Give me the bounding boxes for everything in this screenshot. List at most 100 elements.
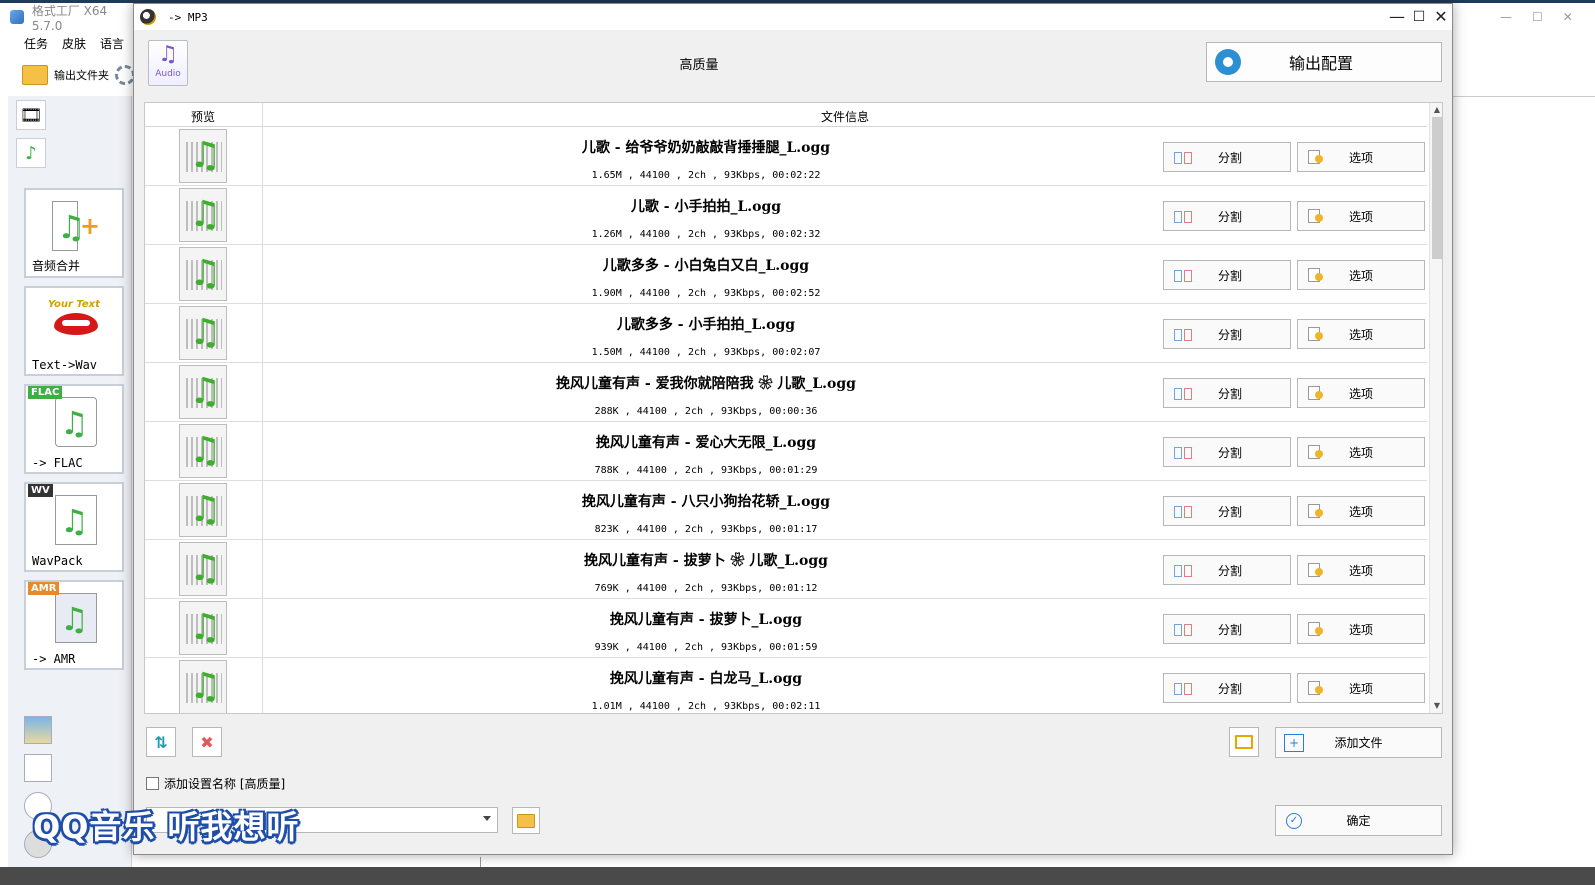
menu-task[interactable]: 任务 — [24, 35, 48, 52]
column-file-info[interactable]: 文件信息 — [821, 108, 869, 125]
feature-flac[interactable]: FLAC -> FLAC — [24, 384, 124, 474]
scroll-down-icon[interactable]: ▼ — [1432, 701, 1442, 711]
feature-wavpack[interactable]: WV WavPack — [24, 482, 124, 572]
split-button[interactable]: 分割 — [1163, 142, 1291, 172]
split-button[interactable]: 分割 — [1163, 319, 1291, 349]
maximize-icon[interactable]: ☐ — [1408, 7, 1430, 27]
check-circle-icon: ✓ — [1286, 812, 1302, 829]
document-category-icon[interactable] — [24, 754, 52, 782]
options-icon — [1308, 150, 1323, 164]
format-icon-caption: Audio — [155, 69, 181, 79]
options-button[interactable]: 选项 — [1297, 437, 1425, 467]
split-button[interactable]: 分割 — [1163, 260, 1291, 290]
split-label: 分割 — [1217, 504, 1242, 519]
menu-language[interactable]: 语言 — [100, 35, 124, 52]
file-row[interactable]: ♫ 挽风儿童有声 - 拔萝卜 ❀ 儿歌_L.ogg 769K , 44100 , 2… — [145, 540, 1427, 599]
options-button[interactable]: 选项 — [1297, 496, 1425, 526]
feature-text-to-wav[interactable]: Your Text Text->Wav — [24, 286, 124, 376]
chevron-down-icon[interactable] — [483, 816, 491, 821]
music-note-icon: ♫ — [189, 489, 222, 530]
audio-file-thumbnail: ♫ — [179, 247, 227, 301]
feature-audio-merge[interactable]: + 音频合并 — [24, 188, 124, 278]
audio-file-thumbnail: ♫ — [179, 542, 227, 596]
split-label: 分割 — [1217, 327, 1242, 342]
music-note-icon: ♫ — [189, 312, 222, 353]
options-label: 选项 — [1348, 681, 1373, 696]
your-text-art: Your Text — [48, 299, 100, 310]
audio-file-thumbnail: ♫ — [179, 129, 227, 183]
split-button[interactable]: 分割 — [1163, 496, 1291, 526]
audio-category-icon[interactable]: ♪ — [16, 138, 46, 168]
picture-category-icon[interactable] — [24, 716, 52, 744]
vertical-scrollbar[interactable]: ▲ ▼ — [1429, 103, 1442, 713]
minimize-icon[interactable]: — — [1386, 7, 1408, 27]
preset-name-checkbox[interactable]: 添加设置名称 [高质量] — [146, 775, 285, 792]
bg-close-icon[interactable]: ✕ — [1563, 10, 1573, 24]
close-icon[interactable]: ✕ — [1430, 7, 1452, 27]
bg-minimize-icon[interactable]: — — [1500, 10, 1512, 24]
options-button[interactable]: 选项 — [1297, 378, 1425, 408]
file-row[interactable]: ♫ 挽风儿童有声 - 爱心大无限_L.ogg 788K , 44100 , 2ch … — [145, 422, 1427, 481]
audio-file-thumbnail: ♫ — [179, 601, 227, 655]
browse-folder-button[interactable] — [512, 807, 540, 834]
remove-file-button[interactable]: ✖ — [192, 727, 222, 757]
menu-skin[interactable]: 皮肤 — [62, 35, 86, 52]
output-folder-button[interactable]: 输出文件夹 — [54, 67, 109, 83]
split-button[interactable]: 分割 — [1163, 614, 1291, 644]
options-button[interactable]: 选项 — [1297, 260, 1425, 290]
audio-format-icon[interactable]: ♫ Audio — [148, 40, 188, 86]
options-button[interactable]: 选项 — [1297, 673, 1425, 703]
file-row[interactable]: ♫ 儿歌 - 小手拍拍_L.ogg 1.26M , 44100 , 2ch , 93… — [145, 186, 1427, 245]
file-name: 挽风儿童有声 - 爱心大无限_L.ogg — [595, 435, 817, 451]
file-meta: 788K , 44100 , 2ch , 93Kbps, 00:01:29 — [594, 465, 818, 476]
feature-label: -> AMR — [32, 652, 76, 666]
split-button[interactable]: 分割 — [1163, 555, 1291, 585]
scrollbar-thumb[interactable] — [1432, 117, 1442, 259]
background-app-titlebar: 格式工厂 X64 5.7.0 — [0, 3, 140, 33]
file-name: 挽风儿童有声 - 白龙马_L.ogg — [609, 671, 803, 687]
column-preview[interactable]: 预览 — [191, 108, 215, 125]
options-gear-icon[interactable] — [115, 65, 135, 85]
options-button[interactable]: 选项 — [1297, 614, 1425, 644]
options-button[interactable]: 选项 — [1297, 555, 1425, 585]
file-row[interactable]: ♫ 挽风儿童有声 - 八只小狗抬花轿_L.ogg 823K , 44100 , 2c… — [145, 481, 1427, 540]
scroll-up-icon[interactable]: ▲ — [1432, 105, 1442, 115]
options-button[interactable]: 选项 — [1297, 142, 1425, 172]
checkbox-box[interactable] — [146, 777, 159, 790]
bg-maximize-icon[interactable]: ☐ — [1532, 10, 1543, 24]
split-button[interactable]: 分割 — [1163, 378, 1291, 408]
dialog-title: -> MP3 — [168, 10, 208, 24]
wavpack-icon — [52, 494, 100, 546]
split-button[interactable]: 分割 — [1163, 673, 1291, 703]
output-config-button[interactable]: 输出配置 — [1206, 42, 1442, 82]
split-icon — [1174, 150, 1192, 164]
music-note-icon: ♫ — [189, 666, 222, 707]
background-app-title: 格式工厂 X64 5.7.0 — [31, 3, 108, 33]
file-row[interactable]: ♫ 儿歌多多 - 小手拍拍_L.ogg 1.50M , 44100 , 2ch , … — [145, 304, 1427, 363]
file-name: 挽风儿童有声 - 爱我你就陪陪我 ❀ 儿歌_L.ogg — [556, 376, 856, 392]
split-icon — [1174, 209, 1192, 223]
options-icon — [1308, 563, 1323, 577]
output-config-label: 输出配置 — [1288, 54, 1353, 73]
split-button[interactable]: 分割 — [1163, 201, 1291, 231]
file-row[interactable]: ♫ 挽风儿童有声 - 拔萝卜_L.ogg 939K , 44100 , 2ch , … — [145, 599, 1427, 658]
options-button[interactable]: 选项 — [1297, 319, 1425, 349]
file-row[interactable]: ♫ 挽风儿童有声 - 爱我你就陪陪我 ❀ 儿歌_L.ogg 288K , 44100… — [145, 363, 1427, 422]
split-icon — [1174, 268, 1192, 282]
options-label: 选项 — [1348, 504, 1373, 519]
file-row[interactable]: ♫ 儿歌多多 - 小白兔白又白_L.ogg 1.90M , 44100 , 2ch … — [145, 245, 1427, 304]
options-label: 选项 — [1348, 445, 1373, 460]
add-folder-button[interactable] — [1229, 727, 1259, 757]
ok-button[interactable]: ✓ 确定 — [1275, 805, 1442, 836]
feature-amr[interactable]: AMR -> AMR — [24, 580, 124, 670]
options-button[interactable]: 选项 — [1297, 201, 1425, 231]
file-meta: 769K , 44100 , 2ch , 93Kbps, 00:01:12 — [594, 583, 818, 594]
sort-button[interactable]: ⇅ — [146, 727, 176, 757]
add-file-button[interactable]: + 添加文件 — [1275, 727, 1442, 758]
file-row[interactable]: ♫ 挽风儿童有声 - 白龙马_L.ogg 1.01M , 44100 , 2ch ,… — [145, 658, 1427, 713]
file-name: 儿歌多多 - 小手拍拍_L.ogg — [616, 317, 796, 333]
file-row[interactable]: ♫ 儿歌 - 给爷爷奶奶敲敲背捶捶腿_L.ogg 1.65M , 44100 , 2… — [145, 127, 1427, 186]
split-button[interactable]: 分割 — [1163, 437, 1291, 467]
video-category-icon[interactable]: 🎞 — [16, 100, 46, 130]
background-toolbar: 输出文件夹 — [0, 56, 140, 94]
